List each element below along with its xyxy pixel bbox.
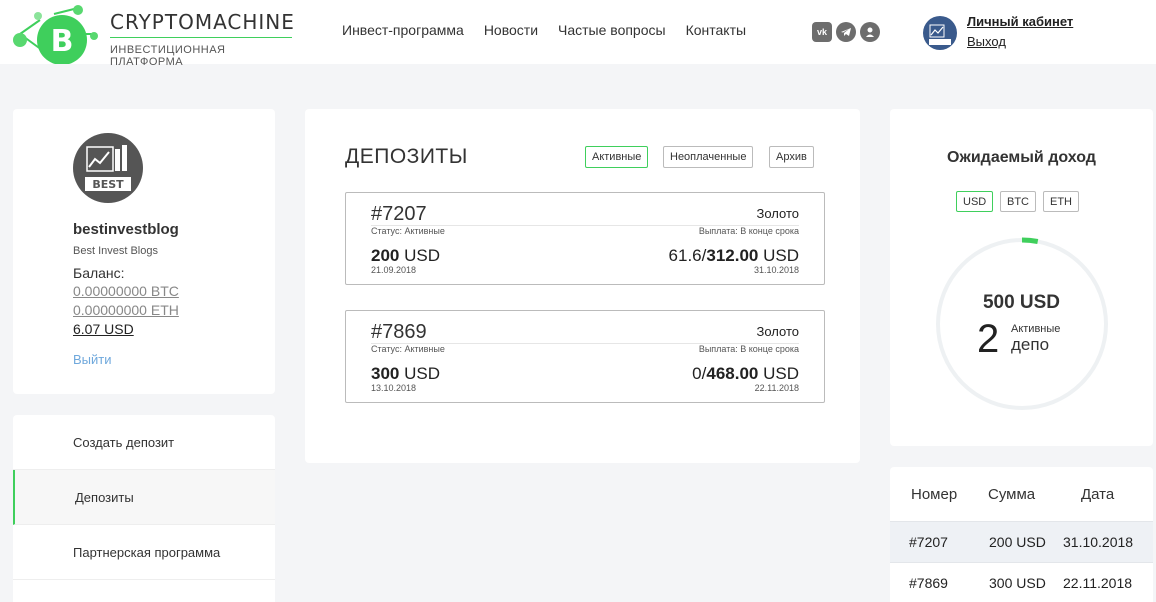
deposit-end-date: 22.11.2018 — [754, 383, 799, 393]
income-title: Ожидаемый доход — [947, 149, 1096, 166]
logo[interactable]: B CRYPTOMACHINE ИНВЕСТИЦИОННАЯ ПЛАТФОРМА — [10, 4, 300, 68]
deposits-panel: ДЕПОЗИТЫ Активные Неоплаченные Архив #72… — [305, 109, 860, 463]
cell-amount: 300 USD — [989, 575, 1046, 591]
menu-item-partner-program[interactable]: Партнерская программа — [13, 525, 275, 580]
nav-faq[interactable]: Частые вопросы — [558, 22, 666, 38]
main-nav: Инвест-программа Новости Частые вопросы … — [342, 22, 746, 38]
cabinet-link[interactable]: Личный кабинет — [967, 14, 1073, 29]
filter-unpaid[interactable]: Неоплаченные — [663, 146, 754, 168]
active-deposit-count: 2 — [977, 317, 1000, 361]
expected-income-panel: Ожидаемый доход USD BTC ETH 500 USD 2 Ак… — [890, 109, 1153, 446]
profile-card: BEST bestinvestblog Best Invest Blogs Ба… — [13, 109, 275, 394]
deposits-title: ДЕПОЗИТЫ — [345, 145, 468, 168]
currency-btc[interactable]: BTC — [1000, 191, 1036, 212]
deposit-id: #7869 — [371, 321, 427, 343]
logout-link[interactable]: Выход — [967, 34, 1006, 49]
bitcoin-icon: B — [13, 5, 98, 64]
table-row[interactable]: #7207 200 USD 31.10.2018 — [890, 521, 1153, 562]
brand-subtitle: ИНВЕСТИЦИОННАЯ ПЛАТФОРМА — [110, 44, 226, 68]
table-row[interactable]: #7869 300 USD 22.11.2018 — [890, 562, 1153, 602]
table-header-amount: Сумма — [988, 486, 1036, 503]
vk-icon[interactable]: vk — [812, 22, 832, 42]
deposit-id: #7207 — [371, 203, 427, 225]
deposit-end-date: 31.10.2018 — [753, 265, 799, 275]
telegram-icon[interactable] — [836, 22, 856, 42]
deposit-label: депо — [1011, 335, 1050, 354]
cell-number: #7869 — [909, 575, 948, 591]
deposits-table: Номер Сумма Дата #7207 200 USD 31.10.201… — [890, 467, 1153, 602]
avatar: BEST — [73, 133, 143, 203]
income-amount: 500 USD — [982, 292, 1061, 313]
profile-exit-link[interactable]: Выйти — [73, 352, 112, 367]
menu-item-label: Создать депозит — [73, 434, 175, 450]
brand-divider — [110, 37, 292, 38]
deposit-plan: Золото — [756, 324, 799, 339]
filter-archive[interactable]: Архив — [769, 146, 814, 168]
deposit-status: Статус: Активные — [371, 344, 445, 354]
brand-title: CRYPTOMACHINE — [110, 10, 295, 34]
balance-usd[interactable]: 6.07 USD — [73, 321, 134, 337]
deposit-card[interactable]: #7869 Золото Статус: Активные Выплата: В… — [345, 310, 825, 403]
svg-text:BEST: BEST — [92, 178, 124, 191]
deposit-plan: Золото — [756, 206, 799, 221]
user-avatar[interactable] — [923, 16, 957, 50]
active-label: Активные — [1011, 323, 1061, 335]
deposit-start-date: 21.09.2018 — [371, 265, 417, 275]
deposit-status: Статус: Активные — [371, 226, 445, 236]
filter-active[interactable]: Активные — [585, 146, 649, 168]
table-header-number: Номер — [911, 486, 958, 503]
menu-item-deposits[interactable]: Депозиты — [13, 470, 275, 525]
cell-number: #7207 — [909, 534, 948, 550]
odnoklassniki-icon[interactable] — [860, 22, 880, 42]
side-menu: Создать депозит Депозиты Партнерская про… — [13, 415, 275, 602]
balance-label: Баланс: — [73, 265, 125, 281]
menu-item-label: Партнерская программа — [73, 544, 221, 560]
nav-contacts[interactable]: Контакты — [686, 22, 746, 38]
cell-date: 22.11.2018 — [1063, 575, 1133, 591]
deposit-payout: Выплата: В конце срока — [698, 344, 799, 354]
social-links: vk — [812, 22, 880, 42]
menu-item-label: Депозиты — [75, 489, 134, 505]
deposit-profit: 61.6/312.00 USD — [668, 246, 799, 265]
header: B CRYPTOMACHINE ИНВЕСТИЦИОННАЯ ПЛАТФОРМА… — [0, 0, 1156, 68]
profile-subtitle: Best Invest Blogs — [73, 245, 158, 257]
deposit-profit: 0/468.00 USD — [692, 364, 799, 383]
deposit-amount: 300 USD — [371, 364, 441, 383]
balance-btc[interactable]: 0.00000000 BTC — [73, 283, 179, 299]
profile-name: bestinvestblog — [73, 221, 179, 238]
balance-eth[interactable]: 0.00000000 ETH — [73, 302, 179, 318]
deposit-payout: Выплата: В конце срока — [698, 226, 799, 236]
cell-amount: 200 USD — [989, 534, 1046, 550]
deposit-amount: 200 USD — [371, 246, 441, 265]
currency-eth[interactable]: ETH — [1043, 191, 1079, 212]
currency-usd[interactable]: USD — [956, 191, 994, 212]
nav-news[interactable]: Новости — [484, 22, 538, 38]
deposit-card[interactable]: #7207 Золото Статус: Активные Выплата: В… — [345, 192, 825, 285]
nav-invest-program[interactable]: Инвест-программа — [342, 22, 464, 38]
cell-date: 31.10.2018 — [1063, 534, 1134, 550]
table-header-date: Дата — [1081, 486, 1115, 503]
deposit-start-date: 13.10.2018 — [371, 383, 417, 393]
svg-text:B: B — [51, 24, 74, 59]
menu-item-create-deposit[interactable]: Создать депозит — [13, 415, 275, 470]
